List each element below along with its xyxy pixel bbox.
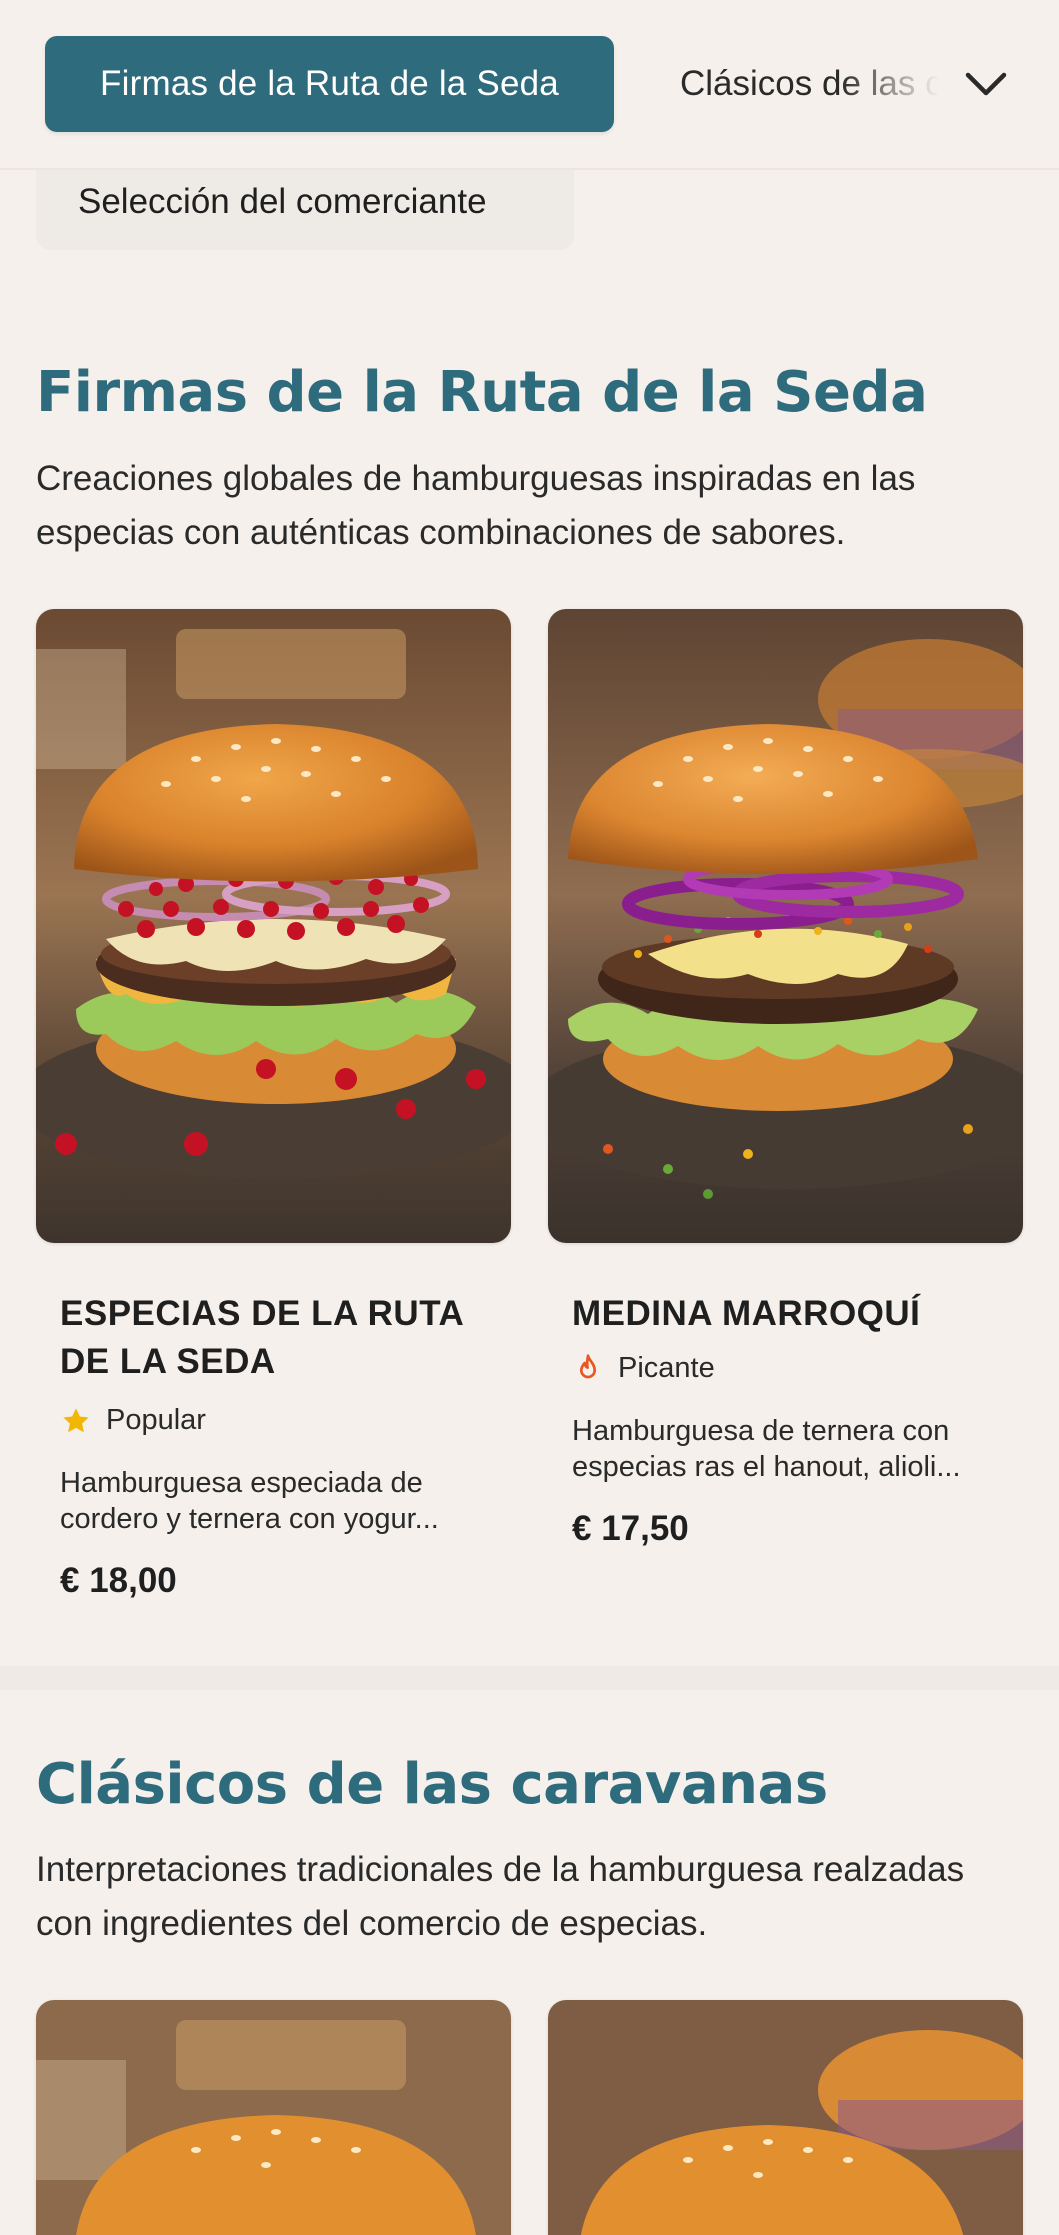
item-tag-label: Picante <box>618 1352 715 1384</box>
section-description: Interpretaciones tradicionales de la ham… <box>36 1850 965 1943</box>
item-description: Hamburguesa de ternera con especias ras … <box>572 1415 961 1483</box>
section-title: Clásicos de las caravanas <box>36 1752 828 1817</box>
burger-image-medina[interactable] <box>548 609 1023 1243</box>
category-nav: Firmas de la Ruta de la Seda Clásicos de… <box>0 0 1059 170</box>
menu-item-card[interactable]: MEDINA MARROQUÍ Picante Hamburguesa de t… <box>572 1290 1002 1549</box>
item-price: € 17,50 <box>572 1509 689 1548</box>
menu-item-card[interactable]: ESPECIAS DE LA RUTA DE LA SEDA Popular H… <box>60 1290 490 1601</box>
item-tag-label: Popular <box>106 1404 206 1436</box>
nav-fade-overlay <box>840 36 950 132</box>
chip-label: Selección del comerciante <box>78 182 487 221</box>
item-price: € 18,00 <box>60 1561 177 1600</box>
item-name: ESPECIAS DE LA RUTA DE LA SEDA <box>60 1294 463 1381</box>
section-title: Firmas de la Ruta de la Seda <box>36 360 928 425</box>
star-icon <box>60 1405 92 1437</box>
flame-icon <box>572 1353 604 1385</box>
item-description: Hamburguesa especiada de cordero y terne… <box>60 1467 439 1535</box>
burger-image[interactable] <box>36 2000 511 2235</box>
chevron-down-icon[interactable] <box>960 60 1012 108</box>
burger-image[interactable] <box>548 2000 1023 2235</box>
item-name: MEDINA MARROQUÍ <box>572 1294 921 1333</box>
tab-firmas-ruta-seda[interactable]: Firmas de la Ruta de la Seda <box>45 36 614 132</box>
burger-image-especias[interactable] <box>36 609 511 1243</box>
section-description: Creaciones globales de hamburguesas insp… <box>36 459 916 552</box>
item-tag: Popular <box>60 1404 490 1437</box>
section-divider <box>0 1666 1059 1690</box>
item-tag: Picante <box>572 1352 1002 1385</box>
